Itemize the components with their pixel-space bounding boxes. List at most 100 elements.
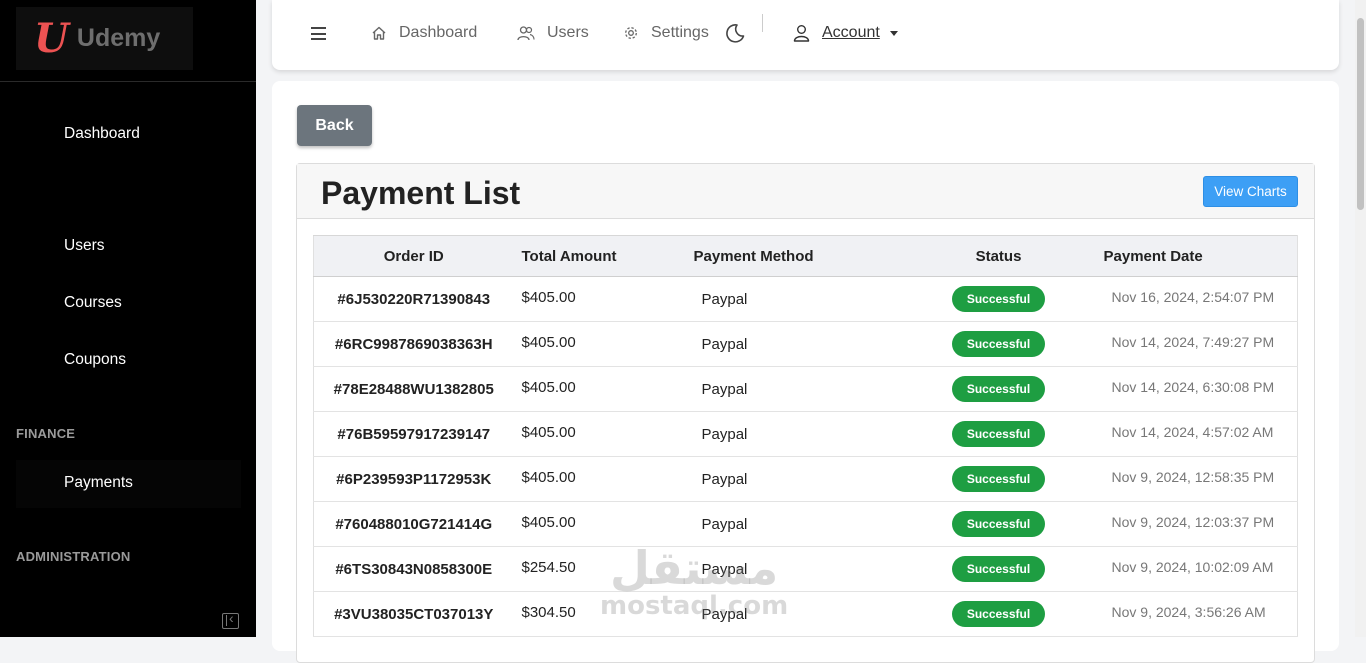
column-header-payment-date[interactable]: Payment Date <box>1103 235 1298 277</box>
scrollbar-thumb[interactable] <box>1357 18 1364 210</box>
order-id-cell: #3VU38035CT037013Y <box>313 591 514 637</box>
amount-cell: $254.50 <box>513 546 694 592</box>
order-id-cell: #6P239593P1172953K <box>313 456 514 502</box>
amount-cell: $405.00 <box>513 366 694 412</box>
status-cell: Successful <box>893 591 1104 637</box>
menu-icon[interactable] <box>311 27 326 40</box>
order-id-cell: #6TS30843N0858300E <box>313 546 514 592</box>
payment-date-cell: Nov 16, 2024, 2:54:07 PM <box>1103 276 1298 322</box>
table-row[interactable]: #6J530220R71390843 $405.00 Paypal Successfu… <box>313 276 1298 322</box>
panel-header: Payment List View Charts <box>297 164 1314 219</box>
status-badge: Successful <box>951 511 1046 537</box>
home-icon <box>372 26 386 40</box>
users-icon <box>517 26 535 41</box>
account-dropdown[interactable]: Account <box>793 24 898 42</box>
status-badge: Successful <box>951 376 1046 402</box>
brand-logo[interactable]: U Udemy <box>16 7 193 70</box>
view-charts-button[interactable]: View Charts <box>1203 176 1298 207</box>
collapse-sidebar-icon[interactable] <box>222 610 239 629</box>
sidebar: U Udemy Dashboard Users Courses Coupons … <box>0 0 256 637</box>
status-cell: Successful <box>893 276 1104 322</box>
payment-method-cell: Paypal <box>693 276 894 322</box>
payment-date-cell: Nov 14, 2024, 7:49:27 PM <box>1103 321 1298 367</box>
status-cell: Successful <box>893 546 1104 592</box>
status-cell: Successful <box>893 411 1104 457</box>
payment-method-cell: Paypal <box>693 501 894 547</box>
sidebar-item-coupons[interactable]: Coupons <box>64 351 126 369</box>
amount-cell: $405.00 <box>513 501 694 547</box>
sidebar-item-payments[interactable]: Payments <box>64 474 133 492</box>
payment-method-cell: Paypal <box>693 366 894 412</box>
back-button[interactable]: Back <box>297 105 372 146</box>
nav-settings-link[interactable]: Settings <box>623 24 709 42</box>
status-cell: Successful <box>893 501 1104 547</box>
navbar-divider <box>762 14 763 32</box>
table-row[interactable]: #78E28488WU1382805 $405.00 Paypal Successfu… <box>313 366 1298 412</box>
moon-icon[interactable] <box>724 22 746 44</box>
table-row[interactable]: #3VU38035CT037013Y $304.50 Paypal Successfu… <box>313 591 1298 637</box>
sidebar-section-administration: ADMINISTRATION <box>16 549 131 564</box>
page-scrollbar[interactable] <box>1355 0 1366 637</box>
status-badge: Successful <box>951 466 1046 492</box>
amount-cell: $405.00 <box>513 411 694 457</box>
account-label: Account <box>822 24 880 41</box>
status-badge: Successful <box>951 601 1046 627</box>
top-navbar: Dashboard Users Settings Account <box>272 0 1339 70</box>
logo-text: Udemy <box>76 24 161 52</box>
column-header-order-id[interactable]: Order ID <box>313 235 514 277</box>
status-badge: Successful <box>951 556 1046 582</box>
logo-mark-icon: U <box>34 14 69 62</box>
amount-cell: $304.50 <box>513 591 694 637</box>
sidebar-item-courses[interactable]: Courses <box>64 294 122 312</box>
table-row[interactable]: #76B59597917239147 $405.00 Paypal Successfu… <box>313 411 1298 457</box>
payment-date-cell: Nov 14, 2024, 4:57:02 AM <box>1103 411 1298 457</box>
column-header-status[interactable]: Status <box>893 235 1104 277</box>
payments-table: Order ID Total Amount Payment Method Sta… <box>313 235 1298 637</box>
payment-date-cell: Nov 14, 2024, 6:30:08 PM <box>1103 366 1298 412</box>
amount-cell: $405.00 <box>513 321 694 367</box>
table-row[interactable]: #760488010G721414G $405.00 Paypal Successfu… <box>313 501 1298 547</box>
column-header-total-amount[interactable]: Total Amount <box>513 235 694 277</box>
nav-users-label: Users <box>547 24 589 41</box>
status-cell: Successful <box>893 321 1104 367</box>
table-row[interactable]: #6TS30843N0858300E $254.50 Paypal Successfu… <box>313 546 1298 592</box>
amount-cell: $405.00 <box>513 456 694 502</box>
amount-cell: $405.00 <box>513 276 694 322</box>
nav-dashboard-link[interactable]: Dashboard <box>371 24 477 42</box>
payment-method-cell: Paypal <box>693 456 894 502</box>
payment-list-panel: Payment List View Charts Order ID Total … <box>296 163 1315 663</box>
sidebar-divider <box>0 81 256 82</box>
status-badge: Successful <box>951 331 1046 357</box>
nav-users-link[interactable]: Users <box>517 24 589 42</box>
order-id-cell: #76B59597917239147 <box>313 411 514 457</box>
order-id-cell: #760488010G721414G <box>313 501 514 547</box>
table-header-row: Order ID Total Amount Payment Method Sta… <box>313 235 1298 277</box>
column-header-payment-method[interactable]: Payment Method <box>693 235 894 277</box>
status-badge: Successful <box>951 421 1046 447</box>
payments-table-body: #6J530220R71390843 $405.00 Paypal Successfu… <box>313 276 1298 637</box>
sidebar-section-finance: FINANCE <box>16 426 76 441</box>
table-row[interactable]: #6RC9987869038363H $405.00 Paypal Successfu… <box>313 321 1298 367</box>
order-id-cell: #6RC9987869038363H <box>313 321 514 367</box>
payment-method-cell: Paypal <box>693 546 894 592</box>
order-id-cell: #6J530220R71390843 <box>313 276 514 322</box>
nav-dashboard-label: Dashboard <box>399 24 478 41</box>
payment-method-cell: Paypal <box>693 591 894 637</box>
gear-icon <box>625 27 637 39</box>
status-badge: Successful <box>951 286 1046 312</box>
payment-date-cell: Nov 9, 2024, 12:58:35 PM <box>1103 456 1298 502</box>
page-title: Payment List <box>321 175 521 211</box>
payment-method-cell: Paypal <box>693 321 894 367</box>
payment-date-cell: Nov 9, 2024, 3:56:26 AM <box>1103 591 1298 637</box>
payment-method-cell: Paypal <box>693 411 894 457</box>
table-row[interactable]: #6P239593P1172953K $405.00 Paypal Successfu… <box>313 456 1298 502</box>
nav-settings-label: Settings <box>651 24 709 41</box>
payment-date-cell: Nov 9, 2024, 12:03:37 PM <box>1103 501 1298 547</box>
sidebar-item-users[interactable]: Users <box>64 237 104 255</box>
sidebar-item-dashboard[interactable]: Dashboard <box>64 125 140 143</box>
status-cell: Successful <box>893 456 1104 502</box>
payment-date-cell: Nov 9, 2024, 10:02:09 AM <box>1103 546 1298 592</box>
order-id-cell: #78E28488WU1382805 <box>313 366 514 412</box>
status-cell: Successful <box>893 366 1104 412</box>
main-content: Back Payment List View Charts Order ID T… <box>272 81 1339 663</box>
